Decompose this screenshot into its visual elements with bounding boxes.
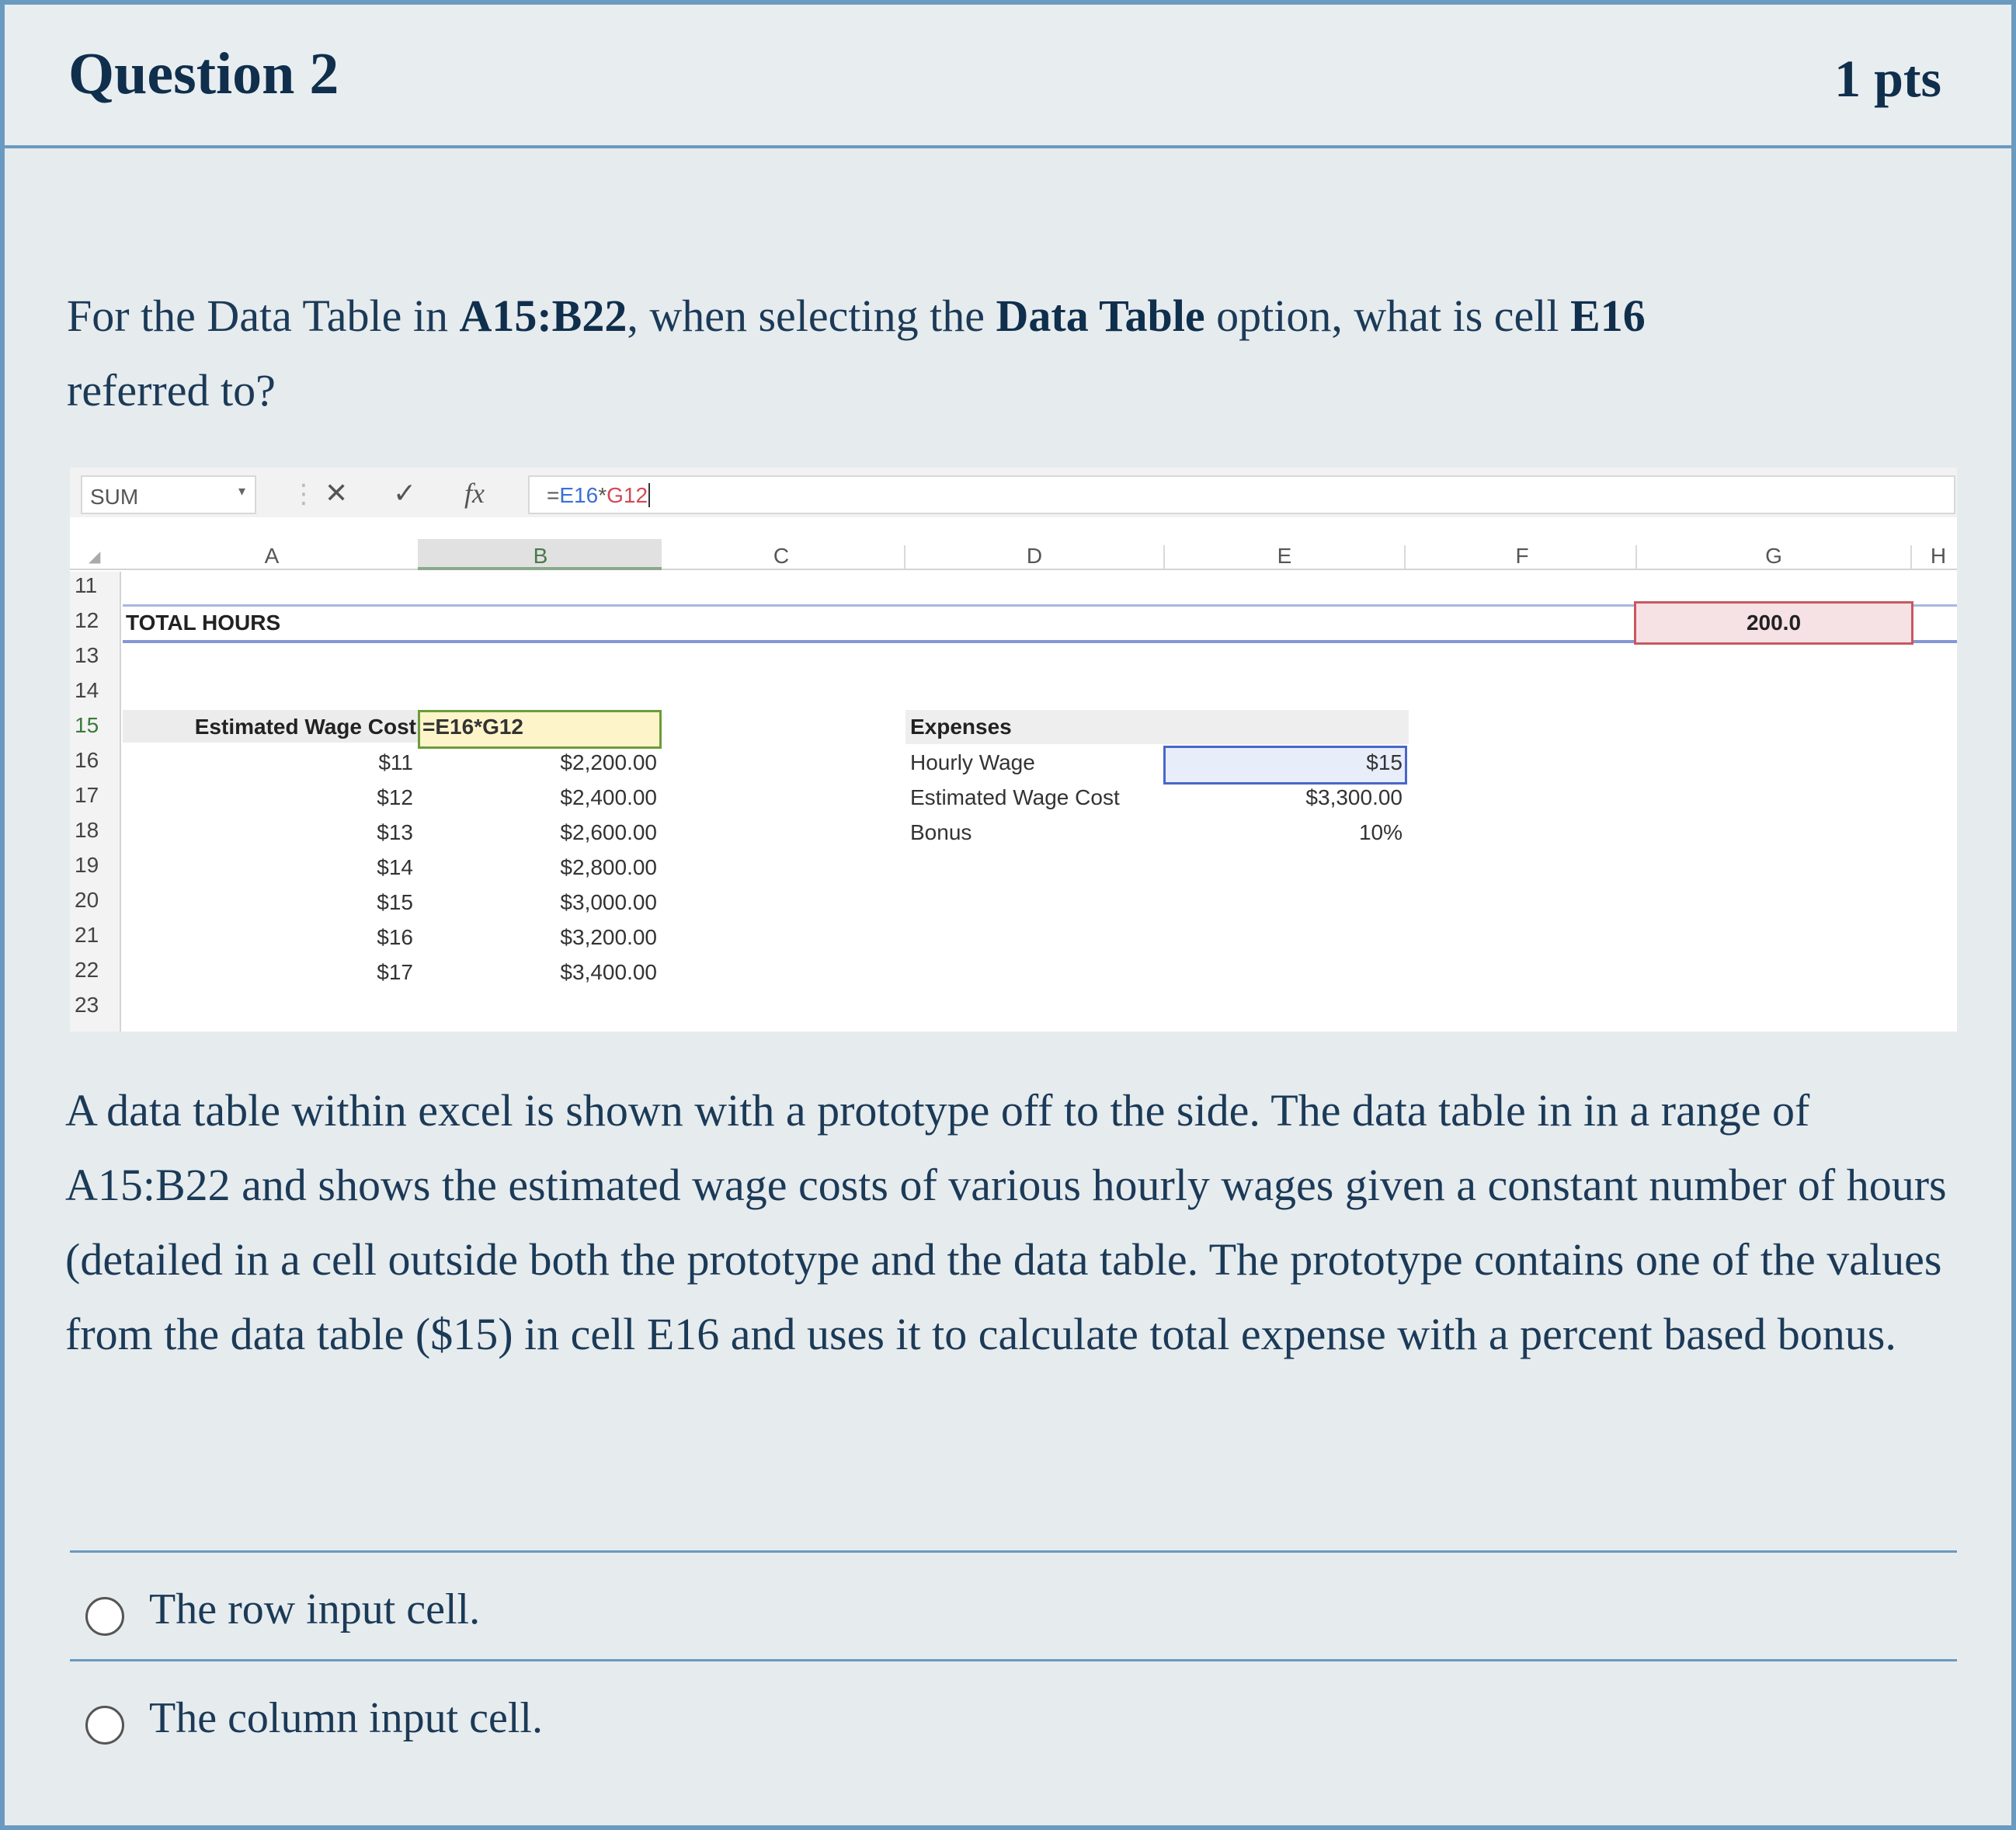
- answer-option-1[interactable]: The row input cell.: [70, 1558, 1957, 1661]
- row-number: 11: [75, 573, 98, 597]
- cost-cell: $2,400.00: [560, 785, 657, 809]
- excel-screenshot: SUM ▾ ⋮ ✕ ✓ fx =E16*G12 ◢ A B C D E F G …: [70, 468, 1957, 1032]
- column-header: A: [264, 544, 280, 568]
- cost-cell: $2,600.00: [560, 820, 657, 844]
- radio-button[interactable]: [85, 1597, 124, 1636]
- prompt-cell: E16: [1570, 291, 1646, 341]
- formula-bar: SUM ▾ ⋮ ✕ ✓ fx =E16*G12: [70, 468, 1957, 517]
- quiz-question-card: Question 2 1 pts For the Data Table in A…: [0, 0, 2016, 1830]
- column-separator: [1635, 545, 1637, 569]
- wage-cell: $12: [377, 785, 413, 809]
- prompt-text: For the Data Table in: [67, 291, 460, 341]
- column-header: D: [1026, 544, 1043, 568]
- row-number: 14: [75, 678, 99, 702]
- row-number: 23: [75, 993, 99, 1017]
- wage-cell: $11: [378, 750, 413, 774]
- row-number: 18: [75, 818, 99, 842]
- formula-input: =E16*G12: [528, 475, 1955, 514]
- prompt-option-name: Data Table: [996, 291, 1205, 341]
- column-separator: [904, 545, 905, 569]
- select-all-icon: ◢: [89, 548, 101, 565]
- column-header: G: [1765, 544, 1782, 568]
- cost-cell: $3,000.00: [560, 890, 657, 914]
- total-hours-label: TOTAL HOURS: [126, 611, 281, 635]
- row-number: 21: [75, 923, 99, 947]
- prototype-label: Estimated Wage Cost: [910, 785, 1120, 809]
- row-number: 19: [75, 853, 99, 877]
- formula-prefix: =: [547, 483, 560, 507]
- wage-cell: $13: [377, 820, 413, 844]
- cancel-icon: ✕: [325, 477, 349, 509]
- row-number: 20: [75, 888, 99, 912]
- name-box-value: SUM: [90, 485, 139, 509]
- row-number: 12: [75, 608, 99, 632]
- column-separator: [1404, 545, 1406, 569]
- option-label: The column input cell.: [149, 1694, 543, 1742]
- function-icon: fx: [464, 478, 485, 509]
- table-header-formula: =E16*G12: [422, 715, 523, 739]
- total-hours-value: 200.0: [1746, 611, 1802, 635]
- formula-text: =E16*G12: [547, 483, 651, 508]
- prompt-range: A15:B22: [459, 291, 627, 341]
- column-header: E: [1277, 544, 1292, 568]
- wage-cell: $14: [377, 855, 413, 879]
- wage-cell: $17: [377, 960, 413, 984]
- check-icon: ✓: [393, 477, 417, 509]
- prototype-label: Bonus: [910, 820, 972, 844]
- separator-dots-icon: ⋮: [290, 479, 317, 509]
- prototype-title: Expenses: [910, 715, 1012, 739]
- question-header: Question 2 1 pts: [5, 5, 2011, 148]
- row-number: 22: [75, 958, 99, 982]
- options-divider: [70, 1659, 1957, 1661]
- option-label: The row input cell.: [149, 1585, 481, 1633]
- cost-cell: $3,400.00: [560, 960, 657, 984]
- wage-cell: $15: [377, 890, 413, 914]
- formula-ref: E16: [559, 483, 599, 507]
- row-number: 15: [75, 713, 99, 737]
- options-divider: [70, 1550, 1957, 1553]
- cost-cell: $3,200.00: [560, 925, 657, 949]
- radio-button[interactable]: [85, 1706, 124, 1745]
- prototype-value: $15: [1366, 750, 1403, 774]
- column-header: H: [1930, 544, 1947, 568]
- text-cursor: [648, 483, 651, 507]
- column-header: B: [533, 544, 548, 568]
- prototype-value: 10%: [1358, 820, 1403, 844]
- formula-ref: G12: [607, 483, 648, 507]
- prompt-text: option, what is cell: [1204, 291, 1571, 341]
- row-number: 16: [75, 748, 99, 772]
- formula-buttons: ✕ ✓ fx: [325, 475, 514, 514]
- question-title: Question 2: [68, 41, 339, 106]
- prompt-text: , when selecting the: [627, 291, 996, 341]
- formula-operator: *: [598, 483, 607, 507]
- prompt-text: referred to?: [67, 365, 276, 416]
- column-headers: ◢ A B C D E F G H: [70, 539, 1957, 570]
- prototype-label: Hourly Wage: [910, 750, 1035, 774]
- column-header: C: [773, 544, 790, 568]
- prototype-value: $3,300.00: [1305, 785, 1403, 809]
- question-points: 1 pts: [1834, 49, 1941, 108]
- table-header-label: Estimated Wage Cost: [194, 715, 416, 739]
- cost-cell: $2,200.00: [560, 750, 657, 774]
- column-separator: [1163, 545, 1165, 569]
- column-header: F: [1515, 544, 1529, 568]
- cost-cell: $2,800.00: [560, 855, 657, 879]
- question-description: A data table within excel is shown with …: [65, 1085, 1947, 1359]
- dropdown-arrow-icon: ▾: [238, 483, 245, 499]
- question-prompt: For the Data Table in A15:B22, when sele…: [67, 279, 1962, 428]
- row-number: 17: [75, 783, 99, 807]
- answer-option-2[interactable]: The column input cell.: [70, 1667, 1957, 1769]
- name-box: SUM ▾: [81, 475, 256, 514]
- row-number: 13: [75, 643, 99, 667]
- wage-cell: $16: [377, 925, 413, 949]
- column-separator: [1910, 545, 1912, 569]
